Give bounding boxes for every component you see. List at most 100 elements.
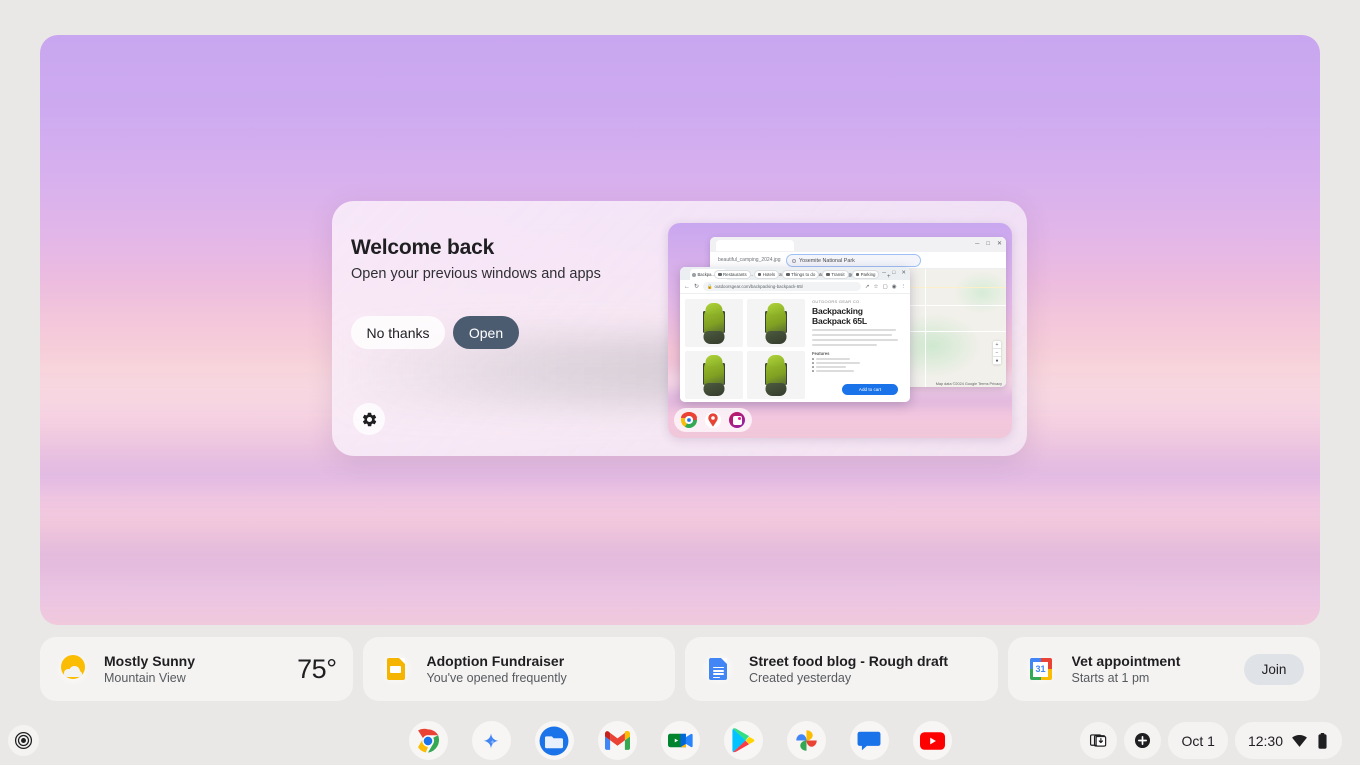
product-title-line2: Backpack 65L xyxy=(812,316,867,326)
maximize-icon[interactable]: □ xyxy=(986,241,990,248)
shop-toolbar: ← ↻ 🔒 outdoorsgear.com/backpacking-backp… xyxy=(680,280,910,294)
feature-bullet xyxy=(812,362,905,364)
gear-icon xyxy=(362,412,376,426)
menu-icon[interactable]: ⋮ xyxy=(901,284,907,290)
minimize-icon[interactable]: ─ xyxy=(882,270,886,276)
shelf-app-chrome[interactable] xyxy=(408,721,448,760)
maps-chip-transit[interactable]: Transit xyxy=(822,270,849,279)
window-controls[interactable]: ─ □ ✕ xyxy=(975,241,1002,248)
tab-label: Backpa... xyxy=(697,272,715,277)
maps-filter-chips[interactable]: Restaurants Hotels Things to do Transit … xyxy=(714,270,880,279)
feature-bullet xyxy=(812,358,905,360)
maps-chip-things-to-do[interactable]: Things to do xyxy=(782,270,820,279)
maps-omnibox[interactable]: Yosemite National Park xyxy=(786,254,921,267)
photos-app-icon[interactable] xyxy=(729,412,745,428)
maps-chip-hotels[interactable]: Hotels xyxy=(753,270,780,279)
product-description-line xyxy=(812,334,892,336)
product-image[interactable] xyxy=(685,351,743,399)
maps-tab[interactable] xyxy=(716,239,794,251)
gmail-icon xyxy=(604,731,630,750)
calendar-day-number: 31 xyxy=(1033,661,1048,677)
open-button[interactable]: Open xyxy=(453,316,519,349)
shelf-app-photos[interactable] xyxy=(786,721,826,760)
sun-cloud-icon xyxy=(56,652,90,686)
chip-label: Restaurants xyxy=(723,272,747,277)
settings-button[interactable] xyxy=(353,403,385,435)
product-brand: OUTDOORS GEAR CO. xyxy=(812,299,861,304)
minimize-icon[interactable]: ─ xyxy=(975,241,979,248)
docs-file-card[interactable]: Street food blog - Rough draft Created y… xyxy=(685,637,998,701)
google-meet-icon xyxy=(667,733,693,748)
zoom-in-button[interactable]: + xyxy=(993,341,1001,349)
slides-file-title: Adoption Fundraiser xyxy=(426,653,565,669)
product-image-gallery[interactable] xyxy=(685,299,805,399)
product-image[interactable] xyxy=(747,299,805,347)
calendar-event-card[interactable]: 31 Vet appointment Starts at 1 pm Join xyxy=(1007,637,1320,701)
close-icon[interactable]: ✕ xyxy=(997,241,1002,248)
shelf-app-gemini[interactable] xyxy=(471,721,511,760)
extensions-icon[interactable]: ▢ xyxy=(882,284,887,290)
google-calendar-icon: 31 xyxy=(1023,652,1058,686)
chrome-icon[interactable] xyxy=(681,412,697,428)
dialog-subtitle: Open your previous windows and apps xyxy=(351,266,601,282)
join-button[interactable]: Join xyxy=(1244,653,1304,685)
slides-file-card[interactable]: Adoption Fundraiser You've opened freque… xyxy=(362,637,675,701)
maps-omnibox-value: Yosemite National Park xyxy=(799,257,855,264)
product-image[interactable] xyxy=(685,299,743,347)
maps-chip-parking[interactable]: Parking xyxy=(851,270,880,279)
map-road xyxy=(925,269,927,387)
chip-label: Parking xyxy=(860,272,876,277)
shelf-app-gmail[interactable] xyxy=(597,721,637,760)
shelf-app-chat[interactable] xyxy=(849,721,889,760)
maps-chip-restaurants[interactable]: Restaurants xyxy=(714,270,751,279)
slides-file-subtitle: You've opened frequently xyxy=(426,671,567,685)
maximize-icon[interactable]: □ xyxy=(892,270,895,276)
address-bar[interactable]: 🔒 outdoorsgear.com/backpacking-backpack-… xyxy=(703,282,861,291)
map-zoom-controls[interactable]: + − ● xyxy=(993,341,1001,365)
docs-file-text: Street food blog - Rough draft Created y… xyxy=(749,653,982,685)
add-to-cart-button[interactable]: Add to cart xyxy=(842,384,898,395)
close-icon[interactable]: ✕ xyxy=(901,270,906,276)
shelf-app-youtube[interactable] xyxy=(912,721,952,760)
google-photos-icon xyxy=(795,730,817,751)
calendar-event-title: Vet appointment xyxy=(1071,653,1181,669)
shelf-app-files[interactable] xyxy=(534,721,574,760)
toolbar-actions[interactable]: ➚ ☆ ▢ ◉ ⋮ xyxy=(865,284,906,290)
address-bar-value: outdoorsgear.com/backpacking-backpack-65… xyxy=(714,284,803,289)
status-area-button[interactable]: 12:30 xyxy=(1234,722,1342,759)
status-tray: Oct 1 12:30 xyxy=(1080,722,1342,759)
product-image[interactable] xyxy=(747,351,805,399)
desk-preview-thumbnail[interactable]: ─ □ ✕ beautiful_camping_2024.jpg Yosemit… xyxy=(668,223,1012,438)
chip-label: Things to do xyxy=(791,272,816,277)
bookmark-icon[interactable]: ☆ xyxy=(874,284,879,290)
reload-icon[interactable]: ↻ xyxy=(694,283,699,290)
docs-file-title: Street food blog - Rough draft xyxy=(749,653,949,669)
maps-icon[interactable] xyxy=(705,412,721,428)
chip-label: Transit xyxy=(831,272,845,277)
product-description-line xyxy=(812,339,898,341)
save-desk-button[interactable] xyxy=(1080,722,1118,759)
window-controls[interactable]: ─ □ ✕ xyxy=(882,270,906,276)
google-chat-icon xyxy=(857,731,881,750)
zoom-out-button[interactable]: − xyxy=(993,349,1001,357)
street-view-button[interactable]: ● xyxy=(993,357,1001,365)
weather-card[interactable]: Mostly Sunny Mountain View 75° xyxy=(40,637,353,701)
weather-location: Mountain View xyxy=(104,671,186,685)
preview-shopping-window[interactable]: Backpa... Hiking ... Travel G... Outdoor… xyxy=(680,267,910,402)
share-icon[interactable]: ➚ xyxy=(865,284,870,290)
maps-left-tab-label: beautiful_camping_2024.jpg xyxy=(718,257,781,263)
feature-bullet xyxy=(812,370,905,372)
files-folder-icon xyxy=(539,726,569,755)
map-attribution-right: Map data ©2024 Google Terms Privacy xyxy=(935,382,1002,386)
maps-tabstrip: ─ □ ✕ xyxy=(710,237,1006,252)
product-info: OUTDOORS GEAR CO. Backpacking Backpack 6… xyxy=(810,299,905,397)
shelf-app-play-store[interactable] xyxy=(723,721,763,760)
no-thanks-button[interactable]: No thanks xyxy=(351,316,445,349)
google-slides-icon xyxy=(378,652,413,686)
lock-icon: 🔒 xyxy=(707,283,713,289)
date-tray-button[interactable]: Oct 1 xyxy=(1168,722,1228,759)
add-desk-button[interactable] xyxy=(1124,722,1162,759)
shelf-app-meet[interactable] xyxy=(660,721,700,760)
profile-icon[interactable]: ◉ xyxy=(892,284,897,290)
back-arrow-icon[interactable]: ← xyxy=(684,284,690,290)
